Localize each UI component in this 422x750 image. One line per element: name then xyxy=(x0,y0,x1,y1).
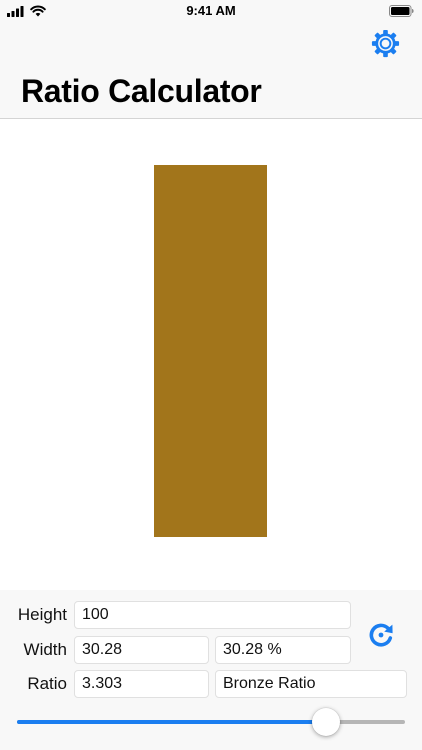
width-percent-field[interactable]: 30.28 % xyxy=(215,636,351,664)
ratio-slider[interactable] xyxy=(17,708,405,736)
height-label: Height xyxy=(17,605,67,624)
slider-thumb[interactable] xyxy=(312,708,341,736)
ratio-name-field[interactable]: Bronze Ratio xyxy=(215,670,407,698)
width-label: Width xyxy=(23,640,67,659)
status-bar: 9:41 AM xyxy=(0,0,422,22)
rotate-icon[interactable] xyxy=(366,620,396,650)
height-field[interactable]: 100 xyxy=(74,601,351,629)
ratio-label: Ratio xyxy=(27,674,67,693)
battery-icon xyxy=(389,5,414,17)
ratio-field[interactable]: 3.303 xyxy=(74,670,209,698)
controls-panel: Height 100 Width 30.28 30.28 % Ratio 3.3… xyxy=(0,590,422,750)
page-title: Ratio Calculator xyxy=(21,73,262,109)
width-field[interactable]: 30.28 xyxy=(74,636,209,664)
slider-fill xyxy=(17,720,327,724)
ratio-rectangle xyxy=(154,165,267,537)
status-time: 9:41 AM xyxy=(186,3,236,18)
ratio-preview-area xyxy=(0,119,422,590)
navigation-bar: Ratio Calculator xyxy=(0,22,422,119)
gear-icon[interactable] xyxy=(370,28,401,59)
